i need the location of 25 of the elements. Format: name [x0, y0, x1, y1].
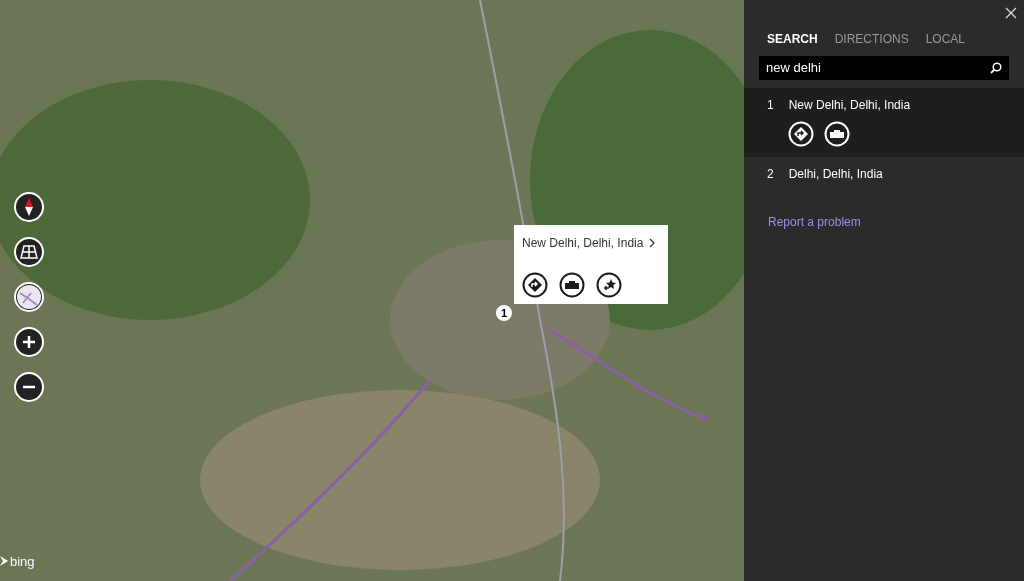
directions-icon[interactable] [522, 272, 548, 298]
grid-icon [20, 245, 38, 259]
result-number: 1 [767, 97, 774, 114]
tab[interactable]: DIRECTIONS [834, 30, 909, 48]
compass-icon [24, 198, 34, 216]
chevron-right-icon [649, 238, 656, 248]
road-map-icon [17, 285, 41, 309]
logo-icon [0, 556, 8, 567]
tab[interactable]: LOCAL [925, 30, 966, 48]
search-field[interactable]: new delhi [759, 56, 1009, 80]
add-favorite-icon[interactable] [596, 272, 622, 298]
close-icon [1005, 7, 1017, 19]
map-logo: bing [10, 552, 35, 571]
result-name: Delhi, Delhi, India [788, 166, 883, 183]
close-button[interactable] [1004, 6, 1018, 20]
result-number: 2 [767, 166, 774, 183]
search-icon[interactable] [990, 62, 1002, 74]
popup-title[interactable]: New Delhi, Delhi, India [522, 234, 644, 252]
nearby-icon[interactable] [559, 272, 585, 298]
result-name: New Delhi, Delhi, India [788, 97, 911, 114]
search-input[interactable]: new delhi [766, 58, 990, 78]
result-item[interactable]: 2 Delhi, Delhi, India [744, 157, 1024, 191]
tab[interactable]: SEARCH [767, 30, 818, 48]
plus-icon [23, 336, 35, 348]
report-problem-link[interactable]: Report a problem [768, 213, 1000, 231]
